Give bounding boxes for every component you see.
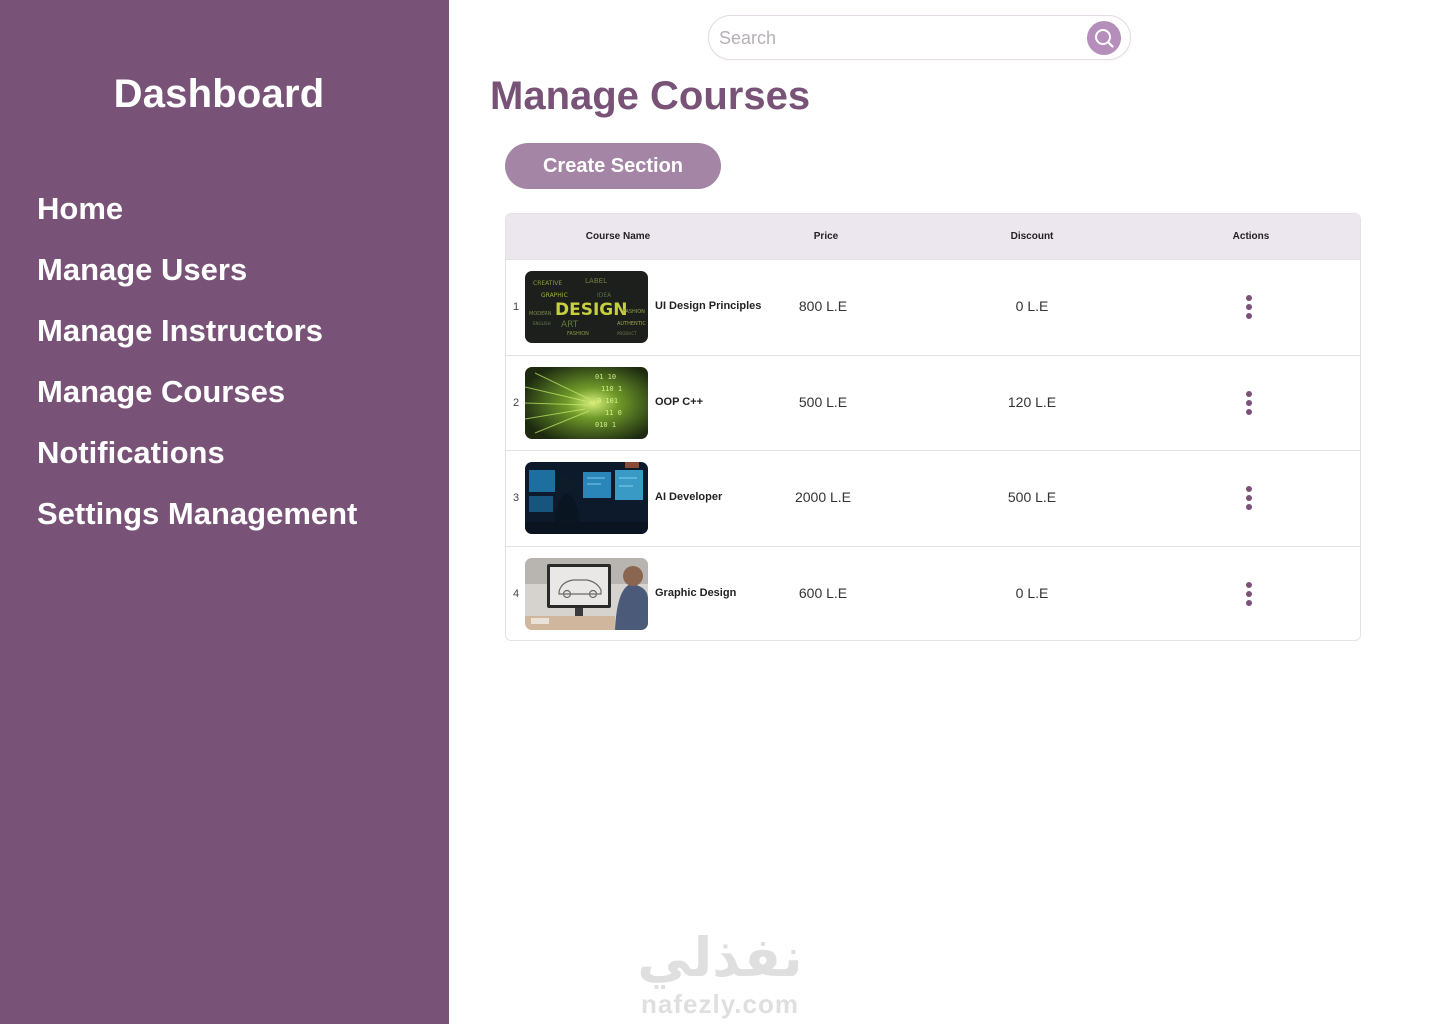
course-discount: 120 L.E <box>1007 393 1057 410</box>
svg-text:FASHION: FASHION <box>567 331 589 337</box>
course-discount: 0 L.E <box>1015 584 1049 601</box>
svg-text:ART: ART <box>561 320 579 330</box>
header-price: Price <box>813 231 839 242</box>
svg-text:IDEA: IDEA <box>597 292 612 299</box>
course-name: OOP C++ <box>655 395 704 408</box>
sidebar-item-manage-users[interactable]: Manage Users <box>37 249 357 310</box>
create-section-button[interactable]: Create Section <box>505 143 721 189</box>
courses-table: Course Name Price Discount Actions 1 CRE… <box>505 213 1361 641</box>
svg-text:0 101: 0 101 <box>597 397 618 405</box>
row-actions-menu-icon[interactable] <box>1239 294 1259 320</box>
sidebar: Dashboard Home Manage Users Manage Instr… <box>0 0 449 1024</box>
svg-text:ENGLISH: ENGLISH <box>533 321 551 326</box>
row-index: 3 <box>513 492 520 504</box>
svg-text:CREATIVE: CREATIVE <box>533 280 562 287</box>
course-thumbnail: 01 10 110 1 0 101 11 0 010 1 <box>525 366 648 439</box>
course-thumbnail: CREATIVE LABEL GRAPHIC IDEA DESIGN MODER… <box>525 271 648 343</box>
svg-text:GRAPHIC: GRAPHIC <box>541 292 568 299</box>
row-actions-menu-icon[interactable] <box>1239 390 1259 416</box>
header-course-name: Course Name <box>585 231 651 242</box>
sidebar-item-notifications[interactable]: Notifications <box>37 432 357 493</box>
row-actions-menu-icon[interactable] <box>1239 581 1259 607</box>
header-actions: Actions <box>1232 231 1270 242</box>
search-bar <box>708 15 1131 60</box>
header-discount: Discount <box>1010 231 1054 242</box>
sidebar-item-home[interactable]: Home <box>37 188 357 249</box>
course-discount: 500 L.E <box>1007 489 1057 505</box>
course-discount: 0 L.E <box>1015 298 1049 314</box>
course-name: UI Design Principles <box>655 300 762 312</box>
sidebar-title: Dashboard <box>113 72 325 116</box>
page-title: Manage Courses <box>490 74 811 118</box>
table-row: 4 Graphic Design 600 L.E 0 L.E <box>506 547 1360 641</box>
course-price: 600 L.E <box>798 584 848 601</box>
svg-text:11 0: 11 0 <box>605 409 622 417</box>
course-thumbnail <box>525 462 648 534</box>
svg-text:AUTHENTIC: AUTHENTIC <box>617 321 646 327</box>
course-name: Graphic Design <box>655 586 737 599</box>
svg-text:01 10: 01 10 <box>595 373 616 381</box>
svg-text:010 1: 010 1 <box>595 421 616 429</box>
svg-text:DESIGN: DESIGN <box>555 300 627 320</box>
table-row: 2 01 10 110 1 0 101 11 0 010 1 OOP C++ 5… <box>506 356 1360 451</box>
search-button[interactable] <box>1087 21 1121 55</box>
table-row: 3 AI Developer 2000 L.E 500 L.E <box>506 451 1360 547</box>
svg-text:LABEL: LABEL <box>585 277 607 285</box>
svg-text:FASHION: FASHION <box>623 309 645 315</box>
svg-text:MODERN: MODERN <box>529 311 552 317</box>
sidebar-item-manage-instructors[interactable]: Manage Instructors <box>37 310 357 371</box>
course-name: AI Developer <box>655 491 723 503</box>
watermark-latin: nafezly.com <box>641 989 799 1019</box>
course-price: 500 L.E <box>798 393 848 410</box>
watermark-arabic: نفذلي <box>637 928 803 988</box>
course-thumbnail <box>525 557 648 630</box>
course-price: 2000 L.E <box>794 489 852 505</box>
course-price: 800 L.E <box>798 298 848 314</box>
svg-text:110 1: 110 1 <box>601 385 622 393</box>
sidebar-item-manage-courses[interactable]: Manage Courses <box>37 371 357 432</box>
table-row: 1 CREATIVE LABEL GRAPHIC IDEA DESIGN MOD… <box>506 260 1360 356</box>
search-icon <box>1095 29 1114 48</box>
row-actions-menu-icon[interactable] <box>1239 485 1259 511</box>
sidebar-nav: Home Manage Users Manage Instructors Man… <box>37 188 357 554</box>
table-header: Course Name Price Discount Actions <box>506 214 1360 260</box>
row-index: 4 <box>513 587 520 600</box>
watermark: نفذلي nafezly.com <box>620 926 820 1018</box>
sidebar-item-settings-management[interactable]: Settings Management <box>37 493 357 554</box>
row-index: 1 <box>513 301 520 313</box>
svg-text:PRODUCT: PRODUCT <box>617 331 637 336</box>
search-input[interactable] <box>719 24 1079 52</box>
row-index: 2 <box>513 396 520 409</box>
